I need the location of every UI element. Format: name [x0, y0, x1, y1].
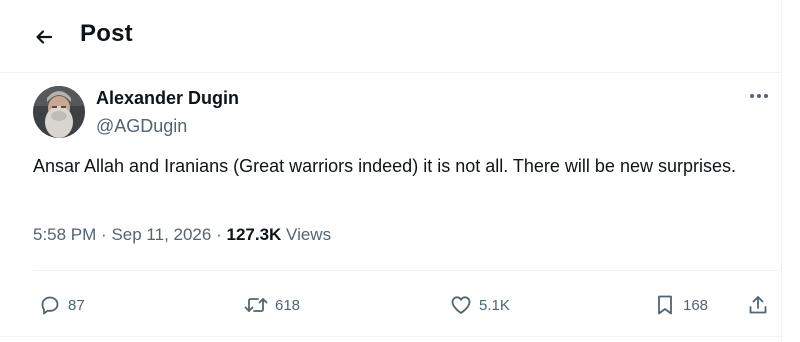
like-button[interactable]: 5.1K	[449, 293, 510, 317]
views-count: 127.3K	[226, 225, 282, 244]
views-label: Views	[286, 225, 332, 244]
bookmark-button[interactable]: 168	[653, 293, 708, 317]
avatar[interactable]	[33, 86, 85, 138]
reply-button[interactable]: 87	[38, 293, 85, 317]
reply-count: 87	[68, 296, 85, 314]
author-handle[interactable]: @AGDugin	[96, 116, 187, 137]
bottom-divider	[0, 336, 781, 337]
like-count: 5.1K	[479, 296, 510, 314]
actions-divider	[33, 270, 780, 271]
repost-icon	[244, 298, 268, 312]
share-button[interactable]	[746, 293, 770, 317]
post-view: Post Alexander Dugin @AGDugin Ansar Alla…	[0, 0, 782, 342]
meta-separator: ·	[101, 225, 107, 244]
post-meta: 5:58 PM · Sep 11, 2026 · 127.3K Views	[33, 225, 331, 245]
author-name[interactable]: Alexander Dugin	[96, 88, 239, 109]
more-options-icon[interactable]	[744, 86, 774, 106]
header: Post	[0, 0, 781, 72]
repost-count: 618	[275, 296, 301, 314]
post-text: Ansar Allah and Iranians (Great warriors…	[33, 156, 736, 176]
bookmark-count: 168	[683, 296, 709, 314]
header-divider	[0, 72, 781, 73]
bookmark-icon	[658, 295, 672, 315]
share-icon	[749, 296, 767, 314]
page-title: Post	[80, 20, 133, 47]
back-arrow-icon[interactable]	[29, 22, 59, 52]
post-time[interactable]: 5:58 PM	[33, 225, 96, 244]
repost-button[interactable]: 618	[243, 293, 300, 317]
post-date[interactable]: Sep 11, 2026	[111, 225, 211, 244]
heart-icon	[451, 296, 471, 314]
reply-icon	[41, 296, 59, 315]
meta-separator: ·	[216, 225, 222, 244]
